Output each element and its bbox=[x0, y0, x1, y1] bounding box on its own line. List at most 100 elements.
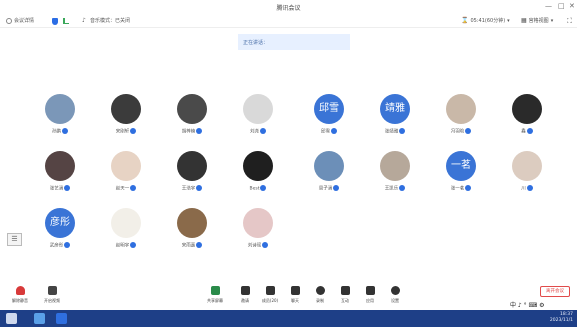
microphone-icon bbox=[465, 128, 472, 134]
participant-tile[interactable]: 孙鹏 bbox=[30, 94, 90, 142]
unmute-button[interactable]: 解除静音 bbox=[9, 286, 31, 304]
close-icon[interactable]: ✕ bbox=[569, 2, 575, 10]
participant-tile[interactable]: 宋刚轩 bbox=[96, 94, 156, 142]
signal-icon[interactable] bbox=[63, 18, 69, 24]
microphone-icon bbox=[196, 242, 203, 248]
record-button[interactable]: 录制 bbox=[309, 286, 331, 304]
microphone-icon bbox=[260, 185, 267, 191]
participant-tile[interactable]: 王凯乐 bbox=[365, 151, 425, 199]
camera-off-icon bbox=[47, 286, 57, 295]
speaking-indicator: 正在讲话： bbox=[238, 34, 350, 50]
participant-timer[interactable]: ⌛ 05:41(60分钟) ▾ bbox=[461, 17, 510, 24]
microphone-icon bbox=[262, 242, 269, 248]
avatar: 一茗 bbox=[446, 151, 476, 181]
participant-timer-label: 05:41(60分钟) bbox=[470, 18, 506, 24]
participant-tile[interactable]: 刘诗瑶 bbox=[228, 208, 288, 256]
participant-tile[interactable]: 胡梓楠 bbox=[162, 94, 222, 142]
start-menu-icon[interactable] bbox=[6, 313, 17, 324]
participant-name-row: 刘诗瑶 bbox=[228, 242, 288, 249]
participants-button[interactable]: 成员(20) bbox=[259, 286, 281, 304]
participant-tile[interactable]: 一茗 张一茗 bbox=[431, 151, 491, 199]
participant-tile[interactable]: 川 bbox=[497, 151, 557, 199]
avatar bbox=[45, 94, 75, 124]
leave-meeting-button[interactable]: 离开会议 bbox=[540, 286, 570, 297]
participant-tile[interactable]: 靖雅张靖雅 bbox=[365, 94, 425, 142]
participant-name: 刘尧 bbox=[250, 129, 259, 135]
system-clock[interactable]: 18:37 2023/11/1 bbox=[550, 312, 573, 324]
participant-tile[interactable]: 宋雨嘉 bbox=[162, 208, 222, 256]
meeting-details-label: 会议详情 bbox=[14, 18, 35, 24]
participant-tile[interactable]: 王浩宇 bbox=[162, 151, 222, 199]
participant-name: 鑫 bbox=[521, 129, 526, 135]
meeting-app-taskbar-icon[interactable] bbox=[56, 313, 67, 324]
input-method-bar[interactable]: 中 ♪ ° ⌨ ⚙ bbox=[510, 300, 545, 309]
participant-name-row: 张艺涵 bbox=[30, 185, 90, 192]
avatar: 靖雅 bbox=[380, 94, 410, 124]
minimize-icon[interactable]: — bbox=[545, 2, 552, 10]
maximize-icon[interactable]: □ bbox=[558, 2, 565, 10]
participant-name: 张靖雅 bbox=[384, 129, 399, 135]
microphone-icon bbox=[62, 128, 68, 134]
unmute-label: 解除静音 bbox=[12, 298, 28, 303]
view-mode-label: 宫格视图 bbox=[528, 18, 549, 24]
microphone-icon bbox=[526, 185, 533, 191]
participant-tile[interactable]: 彦彤 武彦彤 bbox=[30, 208, 90, 256]
avatar bbox=[314, 151, 344, 181]
chat-button[interactable]: 聊天 bbox=[284, 286, 306, 304]
browser-taskbar-icon[interactable] bbox=[34, 313, 45, 324]
microphone-icon bbox=[526, 128, 533, 134]
sidebar-toggle-button[interactable]: ☰ bbox=[7, 233, 22, 246]
microphone-icon bbox=[64, 185, 71, 191]
avatar bbox=[243, 151, 273, 181]
interact-button[interactable]: 互动 bbox=[334, 286, 356, 304]
security-shield-icon[interactable] bbox=[52, 18, 58, 25]
participant-tile[interactable]: 邱雪 邱雪 bbox=[299, 94, 359, 142]
music-mode-status[interactable]: ♪ 音乐模式：已关闭 bbox=[82, 17, 130, 24]
start-video-button[interactable]: 开启视频 bbox=[41, 286, 63, 304]
microphone-icon bbox=[64, 242, 71, 248]
participant-name-row: 邱雪 bbox=[299, 128, 359, 135]
meeting-details-button[interactable]: 会议详情 bbox=[6, 17, 34, 24]
participant-name-row: 胡梓楠 bbox=[162, 128, 222, 135]
microphone-icon bbox=[331, 128, 337, 134]
participant-name-row: 刘尧 bbox=[228, 128, 288, 135]
invite-button[interactable]: 邀请 bbox=[234, 286, 256, 304]
clock-date: 2023/11/1 bbox=[549, 318, 573, 323]
participant-tile[interactable]: 赵天一 bbox=[96, 151, 156, 199]
invite-label: 邀请 bbox=[241, 298, 249, 303]
participant-tile[interactable]: 张艺涵 bbox=[30, 151, 90, 199]
participant-tile[interactable]: 周子涵 bbox=[299, 151, 359, 199]
settings-button[interactable]: 设置 bbox=[384, 286, 406, 304]
microphone-icon bbox=[260, 128, 266, 134]
participant-tile[interactable]: 鑫 bbox=[497, 94, 557, 142]
participant-name: 冯羽晗 bbox=[450, 129, 465, 135]
apps-button[interactable]: 应用 bbox=[359, 286, 381, 304]
share-screen-icon bbox=[210, 286, 220, 295]
participant-name-row: 宋雨嘉 bbox=[162, 242, 222, 249]
participant-name-row: 赵天一 bbox=[96, 185, 156, 192]
music-mode-label: 音乐模式：已关闭 bbox=[90, 18, 131, 24]
grid-icon: ▦ bbox=[521, 17, 527, 24]
avatar bbox=[243, 208, 273, 238]
meeting-info-bar: 会议详情 ♪ 音乐模式：已关闭 ⌛ 05:41(60分钟) ▾ ▦ 宫格视图 ▾… bbox=[0, 14, 577, 28]
participant-name: 刘诗瑶 bbox=[247, 243, 262, 249]
microphone-icon bbox=[130, 128, 137, 134]
participants-icon bbox=[265, 286, 275, 295]
participant-name-row: 宋刚轩 bbox=[96, 128, 156, 135]
participant-name: 王浩宇 bbox=[181, 186, 196, 192]
share-screen-button[interactable]: 共享屏幕 bbox=[204, 286, 226, 304]
participant-name-row: 赵明宇 bbox=[96, 242, 156, 249]
interact-icon bbox=[340, 286, 350, 295]
participant-tile[interactable]: 赵明宇 bbox=[96, 208, 156, 256]
window-title: 腾讯会议 bbox=[276, 5, 301, 12]
participant-name-row: 川 bbox=[497, 185, 557, 192]
start-video-label: 开启视频 bbox=[44, 298, 60, 303]
participant-tile[interactable]: 冯羽晗 bbox=[431, 94, 491, 142]
fullscreen-icon[interactable]: ⛶ bbox=[567, 17, 572, 26]
view-mode-button[interactable]: ▦ 宫格视图 ▾ bbox=[521, 17, 553, 24]
participant-tile[interactable]: 刘尧 bbox=[228, 94, 288, 142]
participant-name: 邱雪 bbox=[321, 129, 330, 135]
participant-name: 宋雨嘉 bbox=[181, 243, 196, 249]
participant-tile[interactable]: Best bbox=[228, 151, 288, 199]
participant-name: 胡梓楠 bbox=[181, 129, 196, 135]
